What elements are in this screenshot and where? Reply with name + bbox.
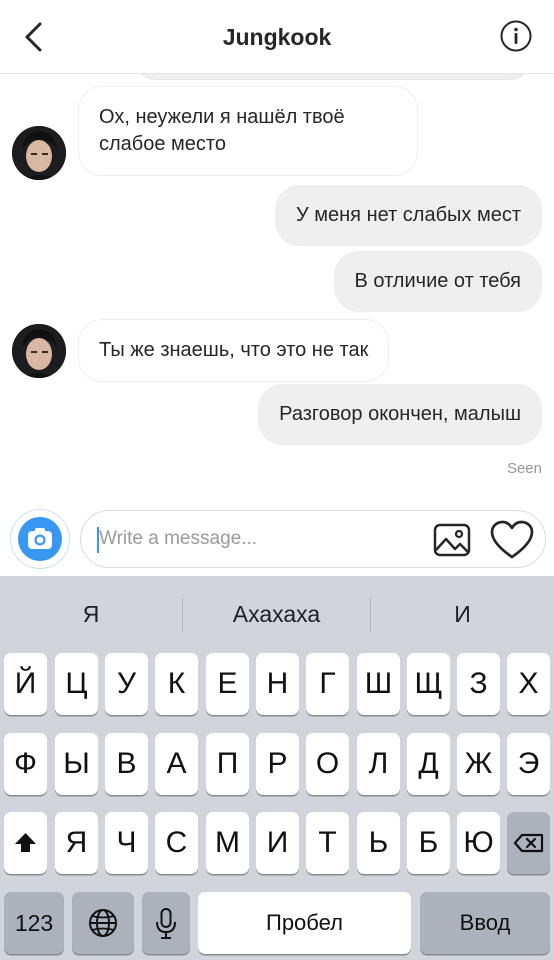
key-letter[interactable]: Э: [507, 733, 550, 795]
key-letter[interactable]: Ж: [457, 733, 500, 795]
key-letter[interactable]: Р: [256, 733, 299, 795]
suggestion-item[interactable]: Я: [0, 596, 182, 632]
key-letter[interactable]: Б: [407, 812, 450, 874]
info-circle-icon: [500, 20, 532, 52]
space-key[interactable]: Пробел: [198, 892, 411, 954]
key-letter[interactable]: Й: [4, 653, 47, 715]
like-button[interactable]: [489, 519, 535, 561]
avatar[interactable]: [12, 324, 66, 378]
key-letter[interactable]: Я: [55, 812, 98, 874]
camera-button[interactable]: [10, 509, 70, 569]
camera-button-fill: [18, 517, 62, 561]
shift-icon: [15, 833, 36, 852]
backspace-icon: [513, 833, 544, 853]
key-letter[interactable]: Ф: [4, 733, 47, 795]
key-letter[interactable]: Ь: [357, 812, 400, 874]
incoming-message-bubble[interactable]: Ох, неужели я нашёл твоё слабое место: [78, 86, 418, 176]
key-letter[interactable]: Ы: [55, 733, 98, 795]
avatar-photo: [12, 126, 66, 180]
incoming-message-bubble[interactable]: Ты же знаешь, что это не так: [78, 319, 390, 382]
key-letter[interactable]: Ц: [55, 653, 98, 715]
keyboard: Я Ахахаха И Й Ц У К Е Н Г Ш Щ З Х Ф Ы В …: [0, 576, 554, 960]
avatar-photo: [12, 324, 66, 378]
partial-message-bubble: [134, 74, 532, 80]
key-letter[interactable]: Ш: [357, 653, 400, 715]
message-composer: [0, 500, 554, 576]
globe-icon: [89, 909, 117, 937]
key-letter[interactable]: В: [105, 733, 148, 795]
avatar[interactable]: [12, 126, 66, 180]
key-letter[interactable]: О: [306, 733, 349, 795]
message-text-line: Ох, неужели я нашёл твоё: [99, 106, 345, 128]
key-letter[interactable]: П: [206, 733, 249, 795]
message-input-container[interactable]: [80, 510, 546, 568]
info-button[interactable]: [500, 20, 532, 52]
key-letter[interactable]: С: [155, 812, 198, 874]
heart-icon: [490, 520, 534, 559]
message-input[interactable]: [95, 523, 415, 555]
chat-title[interactable]: Jungkook: [0, 24, 554, 51]
globe-key[interactable]: [72, 892, 134, 954]
outgoing-message-bubble[interactable]: В отличие от тебя: [333, 251, 542, 312]
camera-icon: [28, 528, 52, 549]
key-letter[interactable]: Н: [256, 653, 299, 715]
shift-key[interactable]: [4, 812, 47, 874]
message-text: В отличие от тебя: [354, 270, 522, 292]
key-letter[interactable]: И: [256, 812, 299, 874]
key-letter[interactable]: У: [105, 653, 148, 715]
key-letter[interactable]: Щ: [407, 653, 450, 715]
microphone-icon: [156, 908, 176, 939]
key-letter[interactable]: Л: [357, 733, 400, 795]
message-thread[interactable]: Ох, неужели я нашёл твоё слабое место У …: [0, 74, 554, 500]
seen-status: Seen: [506, 460, 542, 477]
numbers-key[interactable]: 123: [4, 892, 64, 954]
message-text-line: слабое место: [99, 133, 226, 155]
enter-key[interactable]: Ввод: [420, 892, 550, 954]
key-letter[interactable]: Ч: [105, 812, 148, 874]
microphone-key[interactable]: [142, 892, 190, 954]
suggestion-item[interactable]: И: [371, 596, 554, 632]
outgoing-message-bubble[interactable]: У меня нет слабых мест: [275, 185, 542, 246]
key-letter[interactable]: Г: [306, 653, 349, 715]
key-letter[interactable]: А: [155, 733, 198, 795]
key-letter[interactable]: К: [155, 653, 198, 715]
suggestion-bar: Я Ахахаха И: [0, 576, 554, 652]
gallery-button[interactable]: [433, 523, 471, 557]
key-letter[interactable]: Т: [306, 812, 349, 874]
message-text: Ты же знаешь, что это не так: [99, 339, 369, 361]
gallery-icon: [433, 523, 471, 557]
outgoing-message-bubble[interactable]: Разговор окончен, малыш: [258, 384, 542, 445]
message-text: У меня нет слабых мест: [296, 204, 521, 226]
suggestion-item[interactable]: Ахахаха: [183, 596, 370, 632]
message-text: Разговор окончен, малыш: [279, 403, 521, 425]
key-letter[interactable]: З: [457, 653, 500, 715]
key-letter[interactable]: Х: [507, 653, 550, 715]
key-letter[interactable]: Д: [407, 733, 450, 795]
key-letter[interactable]: Е: [206, 653, 249, 715]
chat-header: Jungkook: [0, 0, 554, 74]
delete-key[interactable]: [507, 812, 550, 874]
key-letter[interactable]: Ю: [457, 812, 500, 874]
key-letter[interactable]: М: [206, 812, 249, 874]
